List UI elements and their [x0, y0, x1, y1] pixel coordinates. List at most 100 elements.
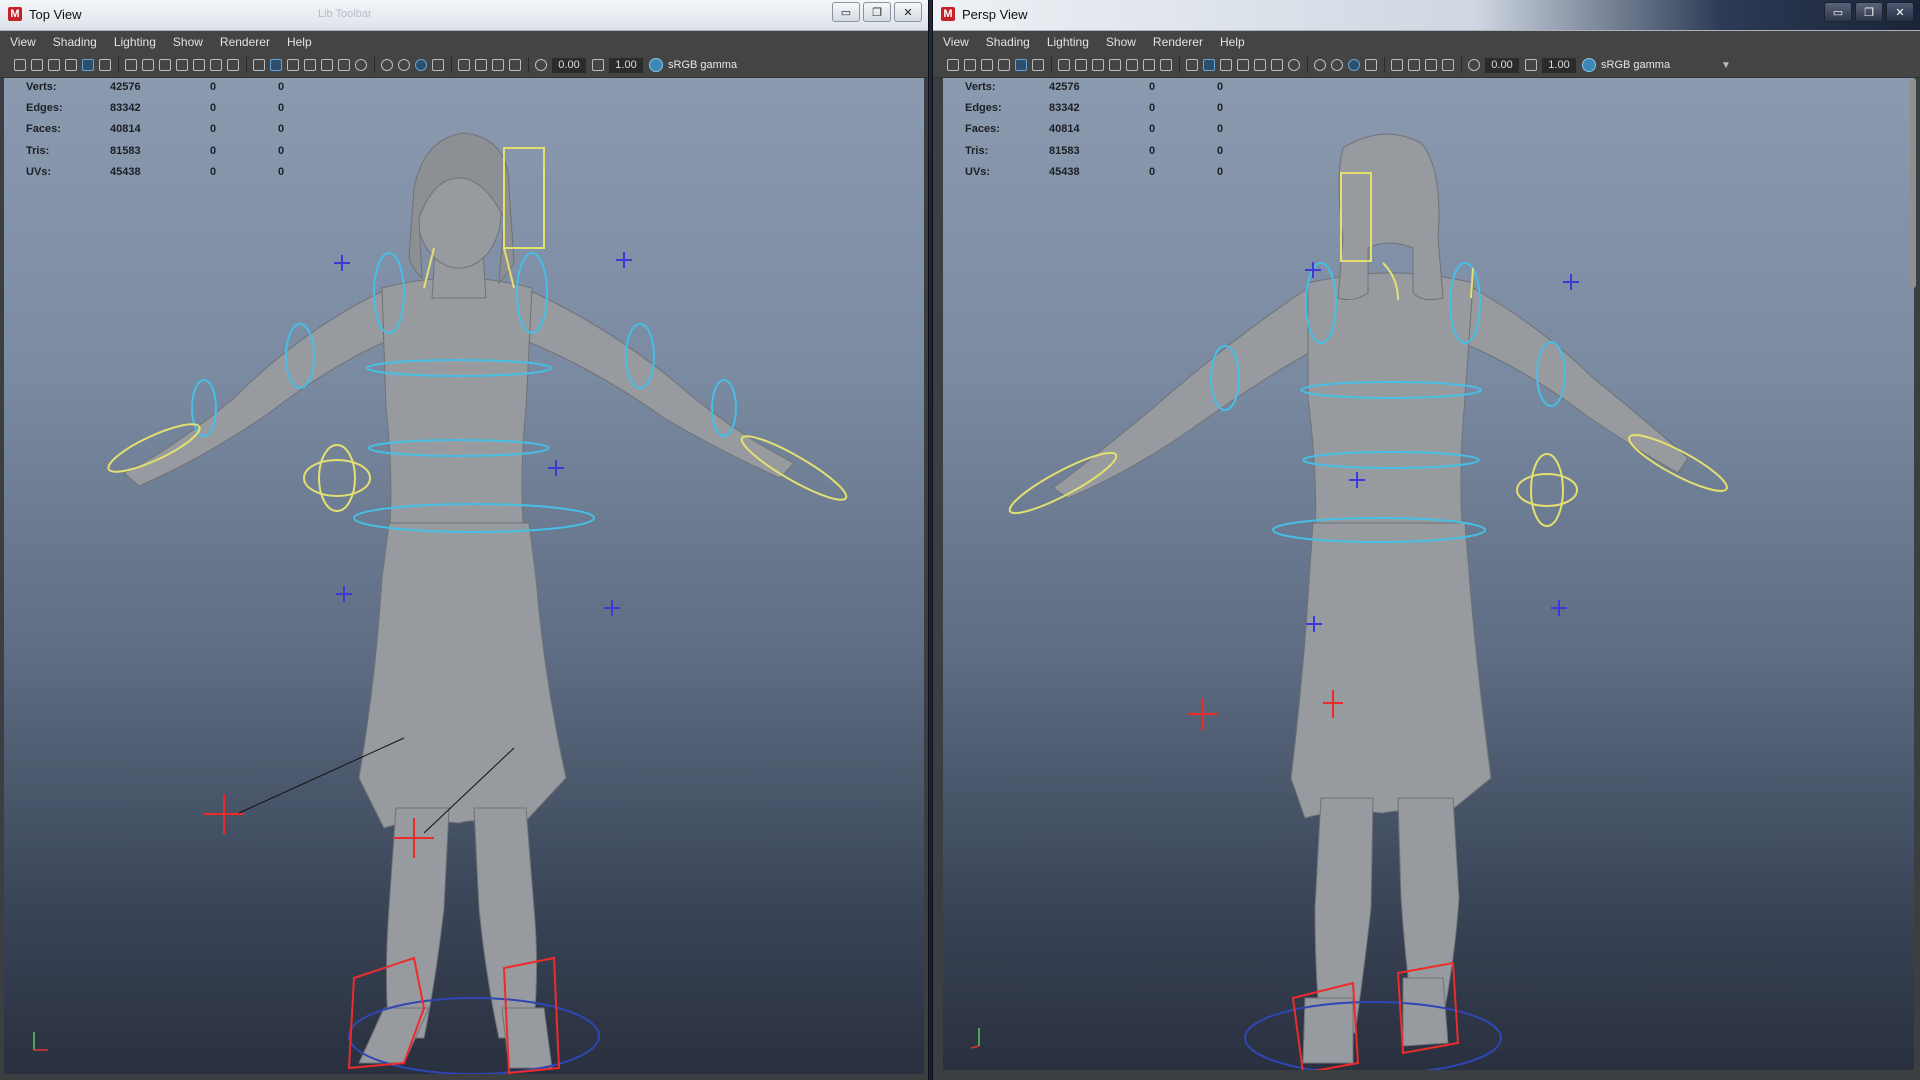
gamma-icon[interactable] — [592, 59, 604, 71]
exposure-icon[interactable] — [535, 59, 547, 71]
grid-icon[interactable] — [1058, 59, 1070, 71]
bookmark-icon[interactable] — [981, 59, 993, 71]
menu-lighting[interactable]: Lighting — [1047, 35, 1089, 49]
toolbar-separator — [246, 57, 247, 73]
window-title: Top View — [29, 7, 82, 22]
wireframe-on-shaded-icon[interactable] — [1220, 59, 1232, 71]
color-space-label[interactable]: sRGB gamma — [668, 59, 768, 71]
menu-show[interactable]: Show — [1106, 35, 1136, 49]
pen-icon[interactable] — [99, 59, 111, 71]
exposure-icon[interactable] — [1468, 59, 1480, 71]
backface-icon[interactable] — [1442, 59, 1454, 71]
color-space-icon[interactable] — [1582, 58, 1596, 72]
axis-gizmo — [33, 1032, 48, 1051]
motion-blur-icon[interactable] — [398, 59, 410, 71]
checker-icon[interactable] — [321, 59, 333, 71]
gamma-field[interactable]: 1.00 — [1542, 57, 1576, 73]
image-plane-icon[interactable] — [65, 59, 77, 71]
checker-icon[interactable] — [1254, 59, 1266, 71]
gate-mask-icon[interactable] — [176, 59, 188, 71]
grid-icon[interactable] — [125, 59, 137, 71]
menu-bar: View Shading Lighting Show Renderer Help — [933, 31, 1920, 53]
ambient-occlusion-icon[interactable] — [1314, 59, 1326, 71]
smooth-shade-icon[interactable] — [270, 59, 282, 71]
persp-view-viewport[interactable]: Verts: 42576 0 0 Edges: 83342 0 0 Faces:… — [943, 78, 1914, 1070]
safe-title-icon[interactable] — [227, 59, 239, 71]
depth-of-field-icon[interactable] — [432, 59, 444, 71]
pen-icon[interactable] — [1032, 59, 1044, 71]
camera-icon[interactable] — [947, 59, 959, 71]
xray-icon[interactable] — [475, 59, 487, 71]
menu-renderer[interactable]: Renderer — [1153, 35, 1203, 49]
snap-icon[interactable] — [82, 59, 94, 71]
top-view-viewport[interactable]: Verts: 42576 0 0 Edges: 83342 0 0 Faces:… — [4, 78, 924, 1074]
light-icon[interactable] — [1271, 59, 1283, 71]
xray-joints-icon[interactable] — [492, 59, 504, 71]
shadows-icon[interactable] — [1288, 59, 1300, 71]
depth-of-field-icon[interactable] — [1365, 59, 1377, 71]
close-icon[interactable]: ✕ — [894, 2, 922, 22]
resolution-gate-icon[interactable] — [159, 59, 171, 71]
safe-action-icon[interactable] — [210, 59, 222, 71]
wireframe-icon[interactable] — [253, 59, 265, 71]
menu-help[interactable]: Help — [287, 35, 312, 49]
resolution-gate-icon[interactable] — [1092, 59, 1104, 71]
minimize-icon[interactable]: ▭ — [1824, 2, 1852, 22]
bookmark-icon[interactable] — [48, 59, 60, 71]
left-leg — [386, 807, 450, 1039]
shadows-icon[interactable] — [355, 59, 367, 71]
menu-show[interactable]: Show — [173, 35, 203, 49]
color-space-label[interactable]: sRGB gamma — [1601, 59, 1701, 71]
gamma-icon[interactable] — [1525, 59, 1537, 71]
menu-shading[interactable]: Shading — [986, 35, 1030, 49]
anti-aliasing-icon[interactable] — [1348, 59, 1360, 71]
gate-mask-icon[interactable] — [1109, 59, 1121, 71]
motion-blur-icon[interactable] — [1331, 59, 1343, 71]
wireframe-icon[interactable] — [1186, 59, 1198, 71]
minimize-icon[interactable]: ▭ — [832, 2, 860, 22]
maximize-icon[interactable]: ❐ — [1855, 2, 1883, 22]
film-gate-icon[interactable] — [1075, 59, 1087, 71]
maximize-icon[interactable]: ❐ — [863, 2, 891, 22]
menu-help[interactable]: Help — [1220, 35, 1245, 49]
camera-attributes-icon[interactable] — [964, 59, 976, 71]
title-bar[interactable]: M Top View Lib Toolbar ▭ ❐ ✕ — [0, 0, 928, 31]
anti-aliasing-icon[interactable] — [415, 59, 427, 71]
xray-icon[interactable] — [1408, 59, 1420, 71]
menu-lighting[interactable]: Lighting — [114, 35, 156, 49]
title-bar[interactable]: M Persp View ▭ ❐ ✕ — [933, 0, 1920, 31]
smooth-shade-icon[interactable] — [1203, 59, 1215, 71]
field-chart-icon[interactable] — [193, 59, 205, 71]
xray-joints-icon[interactable] — [1425, 59, 1437, 71]
ambient-occlusion-icon[interactable] — [381, 59, 393, 71]
menu-view[interactable]: View — [943, 35, 969, 49]
film-gate-icon[interactable] — [142, 59, 154, 71]
viewport-scrollbar[interactable] — [1910, 78, 1916, 288]
snap-icon[interactable] — [1015, 59, 1027, 71]
isolate-select-icon[interactable] — [458, 59, 470, 71]
camera-icon[interactable] — [14, 59, 26, 71]
wireframe-on-shaded-icon[interactable] — [287, 59, 299, 71]
gamma-field[interactable]: 1.00 — [609, 57, 643, 73]
isolate-select-icon[interactable] — [1391, 59, 1403, 71]
textured-icon[interactable] — [1237, 59, 1249, 71]
safe-title-icon[interactable] — [1160, 59, 1172, 71]
color-space-icon[interactable] — [649, 58, 663, 72]
menu-renderer[interactable]: Renderer — [220, 35, 270, 49]
toolbar-separator — [118, 57, 119, 73]
field-chart-icon[interactable] — [1126, 59, 1138, 71]
camera-attributes-icon[interactable] — [31, 59, 43, 71]
textured-icon[interactable] — [304, 59, 316, 71]
right-foot — [1402, 977, 1449, 1047]
loincloth — [358, 522, 567, 829]
close-icon[interactable]: ✕ — [1886, 2, 1914, 22]
menu-view[interactable]: View — [10, 35, 36, 49]
light-icon[interactable] — [338, 59, 350, 71]
exposure-field[interactable]: 0.00 — [1485, 57, 1519, 73]
safe-action-icon[interactable] — [1143, 59, 1155, 71]
menu-shading[interactable]: Shading — [53, 35, 97, 49]
backface-icon[interactable] — [509, 59, 521, 71]
exposure-field[interactable]: 0.00 — [552, 57, 586, 73]
image-plane-icon[interactable] — [998, 59, 1010, 71]
chevron-down-icon[interactable]: ▼ — [1721, 60, 1731, 71]
